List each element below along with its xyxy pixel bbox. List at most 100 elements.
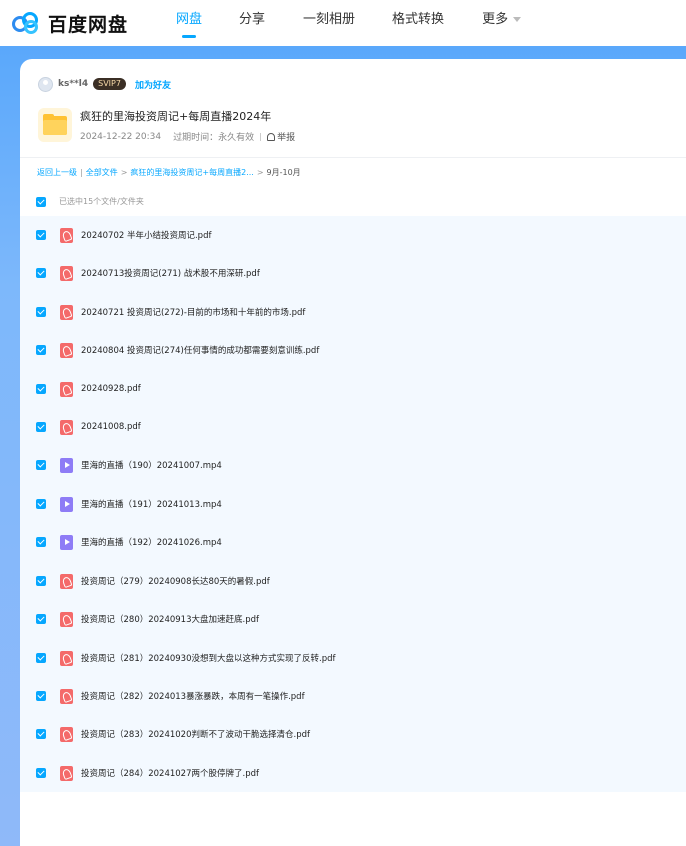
- pdf-file-icon: [60, 688, 73, 704]
- svip-badge: SVIP7: [93, 78, 126, 90]
- share-card: ks**l4 SVIP7 加为好友 疯狂的里海投资周记+每周直播2024年 20…: [20, 59, 686, 846]
- row-checkbox[interactable]: [36, 653, 46, 663]
- add-friend-button[interactable]: 加为好友: [135, 78, 171, 91]
- row-checkbox[interactable]: [36, 768, 46, 778]
- video-file-icon: [60, 457, 73, 473]
- file-name[interactable]: 投资周记（283）20241020判断不了波动干脆选择清仓.pdf: [81, 728, 310, 740]
- file-name[interactable]: 投资周记（282）2024013暴涨暴跌，本周有一笔操作.pdf: [81, 690, 305, 702]
- select-all-row: 已选中15个文件/文件夹: [36, 196, 144, 207]
- row-checkbox[interactable]: [36, 537, 46, 547]
- report-label: 举报: [277, 133, 296, 143]
- pdf-file-icon: [60, 381, 73, 397]
- table-row[interactable]: 投资周记（281）20240930没想到大盘以这种方式实现了反转.pdf: [20, 639, 686, 677]
- file-name[interactable]: 20240713投资周记(271) 战术股不用深研.pdf: [81, 267, 260, 279]
- nav-tab-album[interactable]: 一刻相册: [303, 0, 355, 46]
- table-row[interactable]: 20241008.pdf: [20, 408, 686, 446]
- breadcrumb-current: 9月-10月: [266, 168, 301, 177]
- file-name[interactable]: 里海的直播（190）20241007.mp4: [81, 459, 222, 471]
- share-title: 疯狂的里海投资周记+每周直播2024年: [80, 110, 272, 123]
- pdf-file-icon: [60, 726, 73, 742]
- file-list: 20240702 半年小结投资周记.pdf 20240713投资周记(271) …: [20, 216, 686, 792]
- top-nav-bar: 百度网盘 网盘 分享 一刻相册 格式转换 更多: [0, 0, 686, 46]
- select-all-checkbox[interactable]: [36, 196, 46, 207]
- pdf-file-icon: [60, 611, 73, 627]
- table-row[interactable]: 投资周记（280）20240913大盘加速赶底.pdf: [20, 600, 686, 638]
- pdf-file-icon: [60, 765, 73, 781]
- pdf-file-icon: [60, 304, 73, 320]
- share-meta: 2024-12-22 20:34 过期时间：永久有效 举报: [80, 130, 295, 144]
- table-row[interactable]: 20240702 半年小结投资周记.pdf: [20, 216, 686, 254]
- breadcrumb-pipe: |: [80, 168, 83, 177]
- avatar[interactable]: [38, 76, 53, 92]
- header-divider: [20, 157, 686, 158]
- nav-tab-more[interactable]: 更多: [482, 0, 522, 46]
- breadcrumb-separator: >: [120, 168, 128, 177]
- meta-divider: [260, 132, 262, 141]
- pdf-file-icon: [60, 419, 73, 435]
- breadcrumb-separator: >: [256, 168, 264, 177]
- brand-logo[interactable]: 百度网盘: [12, 10, 152, 37]
- video-file-icon: [60, 496, 73, 512]
- file-name[interactable]: 20240702 半年小结投资周记.pdf: [81, 229, 211, 241]
- sharer-name[interactable]: ks**l4: [58, 79, 88, 89]
- table-row[interactable]: 20240713投资周记(271) 战术股不用深研.pdf: [20, 254, 686, 292]
- file-name[interactable]: 投资周记（284）20241027两个股停牌了.pdf: [81, 767, 259, 779]
- file-name[interactable]: 20240928.pdf: [81, 384, 141, 394]
- chevron-down-icon: [513, 17, 522, 22]
- file-name[interactable]: 投资周记（279）20240908长达80天的暑假.pdf: [81, 575, 270, 587]
- pdf-file-icon: [60, 650, 73, 666]
- share-info: 疯狂的里海投资周记+每周直播2024年 2024-12-22 20:34 过期时…: [80, 108, 295, 143]
- pdf-file-icon: [60, 227, 73, 243]
- table-row[interactable]: 20240721 投资周记(272)-目前的市场和十年前的市场.pdf: [20, 293, 686, 331]
- folder-icon: [38, 108, 72, 142]
- table-row[interactable]: 里海的直播（191）20241013.mp4: [20, 485, 686, 523]
- share-date: 2024-12-22 20:34: [80, 131, 162, 142]
- report-button[interactable]: 举报: [267, 130, 295, 143]
- brand-name: 百度网盘: [48, 13, 129, 36]
- file-name[interactable]: 20240721 投资周记(272)-目前的市场和十年前的市场.pdf: [81, 306, 305, 318]
- breadcrumb-back-link[interactable]: 返回上一级: [37, 167, 77, 178]
- row-checkbox[interactable]: [36, 230, 46, 240]
- table-row[interactable]: 20240928.pdf: [20, 370, 686, 408]
- row-checkbox[interactable]: [36, 460, 46, 470]
- table-row[interactable]: 投资周记（279）20240908长达80天的暑假.pdf: [20, 562, 686, 600]
- file-name[interactable]: 里海的直播（192）20241026.mp4: [81, 536, 222, 548]
- row-checkbox[interactable]: [36, 576, 46, 586]
- breadcrumb-all-files-link[interactable]: 全部文件: [86, 167, 118, 178]
- pdf-file-icon: [60, 573, 73, 589]
- row-checkbox[interactable]: [36, 614, 46, 624]
- row-checkbox[interactable]: [36, 307, 46, 317]
- share-header: 疯狂的里海投资周记+每周直播2024年 2024-12-22 20:34 过期时…: [38, 108, 295, 143]
- video-file-icon: [60, 534, 73, 550]
- nav-tab-netdisk[interactable]: 网盘: [176, 0, 202, 46]
- share-expiry: 过期时间：永久有效: [173, 133, 255, 143]
- table-row[interactable]: 投资周记（282）2024013暴涨暴跌，本周有一笔操作.pdf: [20, 677, 686, 715]
- breadcrumb-folder-link[interactable]: 疯狂的里海投资周记+每周直播2...: [130, 167, 253, 178]
- nav-more-label: 更多: [482, 12, 509, 27]
- table-row[interactable]: 里海的直播（192）20241026.mp4: [20, 523, 686, 561]
- file-name[interactable]: 里海的直播（191）20241013.mp4: [81, 498, 222, 510]
- row-checkbox[interactable]: [36, 691, 46, 701]
- file-name[interactable]: 20240804 投资周记(274)任何事情的成功都需要刻意训练.pdf: [81, 344, 319, 356]
- row-checkbox[interactable]: [36, 499, 46, 509]
- nav-tab-format-convert[interactable]: 格式转换: [392, 0, 444, 46]
- cloud-logo-icon: [12, 10, 42, 36]
- file-name[interactable]: 投资周记（280）20240913大盘加速赶底.pdf: [81, 613, 259, 625]
- nav-tab-share[interactable]: 分享: [239, 0, 265, 46]
- main-nav: 网盘 分享 一刻相册 格式转换 更多: [152, 0, 522, 46]
- file-name[interactable]: 20241008.pdf: [81, 422, 141, 432]
- row-checkbox[interactable]: [36, 729, 46, 739]
- pdf-file-icon: [60, 342, 73, 358]
- row-checkbox[interactable]: [36, 422, 46, 432]
- table-row[interactable]: 投资周记（283）20241020判断不了波动干脆选择清仓.pdf: [20, 715, 686, 753]
- pdf-file-icon: [60, 265, 73, 281]
- row-checkbox[interactable]: [36, 384, 46, 394]
- alarm-bell-icon: [267, 132, 276, 141]
- table-row[interactable]: 里海的直播（190）20241007.mp4: [20, 446, 686, 484]
- file-name[interactable]: 投资周记（281）20240930没想到大盘以这种方式实现了反转.pdf: [81, 652, 335, 664]
- table-row[interactable]: 投资周记（284）20241027两个股停牌了.pdf: [20, 754, 686, 792]
- table-row[interactable]: 20240804 投资周记(274)任何事情的成功都需要刻意训练.pdf: [20, 331, 686, 369]
- sharer-info: ks**l4 SVIP7 加为好友: [38, 76, 171, 92]
- row-checkbox[interactable]: [36, 345, 46, 355]
- row-checkbox[interactable]: [36, 268, 46, 278]
